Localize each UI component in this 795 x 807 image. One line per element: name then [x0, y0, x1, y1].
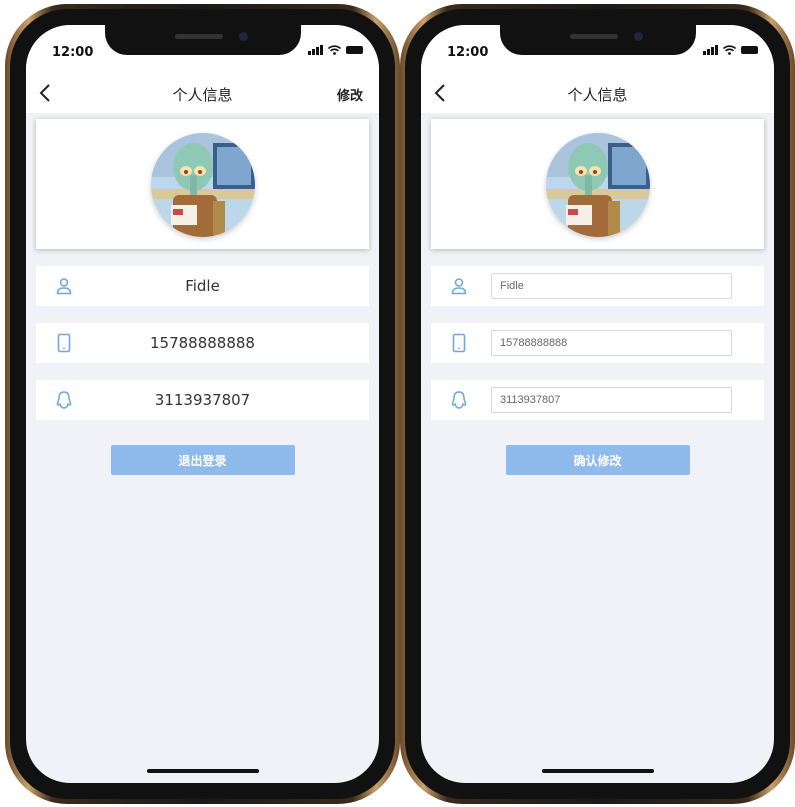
signal-icon: [308, 45, 323, 55]
profile-edit-screen: 12:00 个人信息 Fidle 15788888888 3113937807 …: [421, 25, 774, 783]
confirm-edit-button[interactable]: 确认修改: [505, 445, 690, 475]
signal-icon: [703, 45, 718, 55]
phone-row: 15788888888: [36, 323, 369, 363]
name-row: Fidle: [36, 266, 369, 306]
phone-bezel: 12:00 个人信息 修改 Fidle 15788888888 31139378…: [10, 9, 395, 799]
name-value: Fidle: [185, 277, 220, 295]
battery-icon: [741, 46, 758, 54]
phone-row: [431, 323, 764, 363]
status-time: 12:00: [447, 45, 489, 60]
edit-button[interactable]: 修改: [337, 85, 363, 104]
qq-input[interactable]: [491, 387, 732, 413]
home-indicator[interactable]: [146, 769, 259, 773]
name-input[interactable]: [491, 273, 732, 299]
status-icons: [308, 45, 363, 55]
qq-row: [431, 380, 764, 420]
user-icon: [451, 278, 467, 295]
status-icons: [703, 45, 758, 55]
qq-icon: [451, 391, 467, 409]
logout-button[interactable]: 退出登录: [110, 445, 295, 475]
avatar-card: [431, 119, 764, 249]
qq-value: 3113937807: [154, 391, 251, 409]
phone-bezel: 12:00 个人信息 Fidle 15788888888 3113937807 …: [405, 9, 790, 799]
nav-bar: 个人信息: [421, 77, 774, 113]
qq-row: 3113937807: [36, 380, 369, 420]
name-row: [431, 266, 764, 306]
phone-frame-right: 12:00 个人信息 Fidle 15788888888 3113937807 …: [400, 4, 795, 804]
battery-icon: [346, 46, 363, 54]
status-time: 12:00: [52, 45, 94, 60]
wifi-icon: [723, 45, 736, 55]
page-title: 个人信息: [172, 86, 233, 104]
home-indicator[interactable]: [541, 769, 654, 773]
phone-value: 15788888888: [150, 334, 255, 352]
phone-input[interactable]: [491, 330, 732, 356]
wifi-icon: [328, 45, 341, 55]
nav-bar: 个人信息 修改: [26, 77, 379, 113]
notch: [104, 25, 301, 55]
notch: [499, 25, 696, 55]
profile-view-screen: 12:00 个人信息 修改 Fidle 15788888888 31139378…: [26, 25, 379, 783]
avatar[interactable]: [150, 133, 255, 237]
avatar-card: [36, 119, 369, 249]
avatar[interactable]: [545, 133, 650, 237]
phone-frame-left: 12:00 个人信息 修改 Fidle 15788888888 31139378…: [5, 4, 400, 804]
phone-icon: [452, 333, 466, 353]
page-title: 个人信息: [567, 86, 628, 104]
